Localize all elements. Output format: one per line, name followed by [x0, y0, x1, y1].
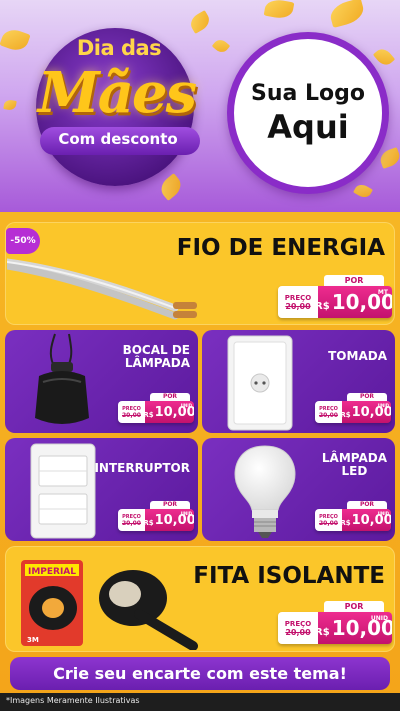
price-old: 20,00 — [285, 301, 311, 311]
petal-decoration — [372, 45, 396, 69]
cta-banner[interactable]: Crie seu encarte com este tema! — [10, 657, 390, 690]
product-card-interruptor: INTERRUPTOR POR PREÇO 20,00 R$ 10,00 UNI… — [5, 438, 198, 541]
price-unit: MT — [377, 289, 388, 296]
svg-text:3M: 3M — [27, 636, 39, 644]
hero-line1: Dia das — [76, 36, 162, 60]
socket-image — [35, 333, 89, 424]
hero-title: Dia das Mães Com desconto — [14, 28, 214, 186]
price-por-label: POR — [324, 275, 384, 286]
logo-placeholder: Sua Logo Aqui — [227, 32, 389, 194]
price-currency: R$ — [315, 301, 330, 312]
price-tag: POR PREÇO 20,00 R$ 10,00 UNID — [118, 501, 194, 533]
footer-disclaimer: *Imagens Meramente Ilustrativas — [6, 696, 140, 705]
price-tag: POR PREÇO 20,00 R$ 10,00 UNID — [278, 601, 392, 645]
petal-decoration — [377, 147, 400, 169]
tape-image: IMPERIAL 3M — [21, 560, 198, 650]
header-banner: Dia das Mães Com desconto Sua Logo Aqui — [0, 0, 400, 212]
product-title: INTERRUPTOR — [94, 461, 190, 475]
product-card-lampada: LÂMPADA LED POR PREÇO 20,00 R$ 10,00 UNI… — [202, 438, 395, 541]
logo-line1: Sua Logo — [250, 80, 365, 106]
switch-image — [30, 443, 96, 539]
petal-decoration — [211, 36, 231, 56]
hero-line2: Mães — [37, 60, 197, 126]
price-preco-label: PREÇO — [284, 293, 312, 302]
hero-line3: Com desconto — [58, 130, 178, 148]
bulb-image — [234, 445, 296, 538]
product-title: LÂMPADA LED — [321, 451, 387, 478]
product-card-tomada: TOMADA POR PREÇO 20,00 R$ 10,00 UNID — [202, 330, 395, 433]
footer-bar: *Imagens Meramente Ilustrativas — [0, 693, 400, 711]
cta-text: Crie seu encarte com este tema! — [53, 664, 347, 683]
petal-decoration — [263, 0, 295, 21]
discount-badge: -50% — [6, 228, 40, 254]
petal-decoration — [353, 181, 373, 201]
price-tag: POR PREÇO 20,00 R$ 10,00 UNID — [315, 393, 391, 425]
product-title: FIO DE ENERGIA — [176, 235, 385, 261]
outlet-image — [227, 335, 293, 431]
petal-decoration — [327, 0, 367, 29]
product-card-bocal: BOCAL DE LÂMPADA POR PREÇO 20,00 R$ 10,0… — [5, 330, 198, 433]
product-title: TOMADA — [328, 349, 387, 363]
svg-text:IMPERIAL: IMPERIAL — [28, 567, 76, 577]
product-title: FITA ISOLANTE — [193, 563, 385, 589]
price-tag: POR PREÇO 20,00 R$ 10,00 UNID — [315, 501, 391, 533]
logo-line2: Aqui — [267, 107, 349, 146]
price-tag: POR PREÇO 20,00 R$ 10,00 UNID — [118, 393, 194, 425]
price-tag: POR PREÇO 20,00 R$ 10,00 MT — [278, 275, 392, 319]
product-title: BOCAL DE LÂMPADA — [122, 343, 190, 370]
